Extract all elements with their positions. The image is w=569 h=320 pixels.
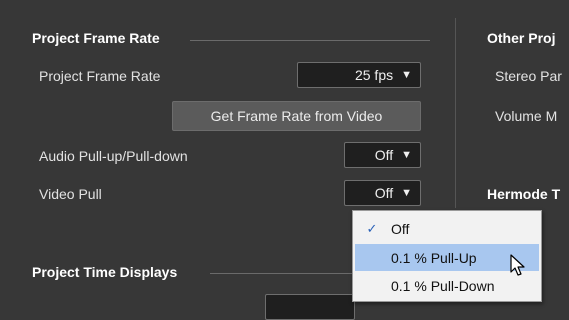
volume-label: Volume M	[495, 108, 558, 124]
menu-item-label: Off	[391, 220, 410, 237]
video-pull-value: Off	[374, 185, 394, 201]
chevron-down-icon: ▼	[401, 187, 412, 199]
project-frame-rate-label: Project Frame Rate	[39, 68, 161, 84]
project-frame-rate-value: 25 fps	[354, 67, 394, 83]
section-title-project-time-displays: Project Time Displays	[32, 264, 178, 280]
video-pull-label: Video Pull	[39, 186, 102, 202]
panel-separator	[455, 18, 456, 208]
stereo-pan-label: Stereo Par	[495, 68, 562, 84]
checkmark-icon: ✓	[366, 220, 378, 236]
project-frame-rate-dropdown[interactable]: 25 fps ▼	[297, 62, 421, 88]
chevron-down-icon: ▼	[401, 149, 412, 161]
section-divider	[190, 40, 430, 41]
audio-pull-dropdown[interactable]: Off ▼	[344, 142, 421, 168]
menu-item-label: 0.1 % Pull-Up	[391, 249, 477, 266]
menu-item-off[interactable]: ✓ Off	[355, 215, 539, 242]
video-pull-dropdown[interactable]: Off ▼	[344, 180, 421, 206]
menu-item-label: 0.1 % Pull-Down	[391, 277, 495, 294]
section-title-hermode: Hermode T	[487, 186, 561, 202]
audio-pull-label: Audio Pull-up/Pull-down	[39, 148, 188, 164]
section-title-other-project: Other Proj	[487, 30, 556, 46]
section-divider	[210, 273, 352, 274]
get-frame-rate-from-video-button[interactable]: Get Frame Rate from Video	[172, 101, 421, 131]
mouse-pointer-icon	[510, 254, 525, 276]
section-title-project-frame-rate: Project Frame Rate	[32, 30, 160, 46]
audio-pull-value: Off	[374, 147, 394, 163]
time-display-dropdown[interactable]	[265, 294, 355, 320]
chevron-down-icon: ▼	[401, 69, 412, 81]
